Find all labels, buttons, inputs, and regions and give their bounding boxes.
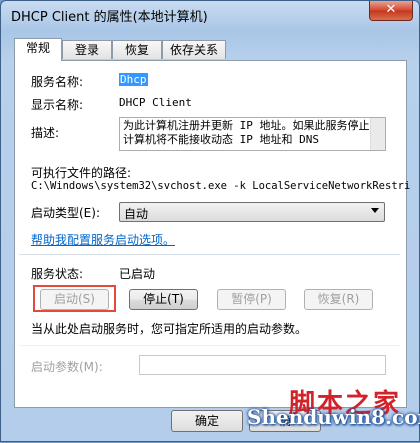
- watermark-en: Shenduwin8.com: [247, 405, 420, 429]
- service-name-value[interactable]: Dhcp: [119, 73, 148, 86]
- exe-path-label: 可执行文件的路径:: [31, 166, 132, 180]
- divider-2: [19, 345, 400, 346]
- startup-type-label: 启动类型(E):: [31, 206, 100, 220]
- description-box[interactable]: 为此计算机注册并更新 IP 地址。如果此服务停止，计算机将不能接收动态 IP 地…: [119, 117, 386, 151]
- exe-path-value: C:\Windows\system32\svchost.exe -k Local…: [31, 180, 411, 192]
- tab-dependencies[interactable]: 依存关系: [162, 40, 226, 59]
- startup-type-select[interactable]: 自动: [119, 202, 385, 222]
- chevron-down-icon: [371, 208, 379, 213]
- close-icon: ✕: [385, 2, 397, 17]
- tab-general[interactable]: 常规: [14, 38, 62, 61]
- watermark-logo: 脚本之家 Shenduwin8.com: [245, 383, 420, 443]
- display-name-value: DHCP Client: [119, 96, 192, 109]
- divider: [19, 254, 400, 255]
- resume-button[interactable]: 恢复(R): [304, 289, 373, 310]
- service-name-label: 服务名称:: [31, 75, 84, 89]
- tab-logon[interactable]: 登录: [62, 40, 112, 59]
- help-configure-link[interactable]: 帮助我配置服务启动选项。: [31, 231, 175, 248]
- pause-button[interactable]: 暂停(P): [217, 289, 286, 310]
- title-bar[interactable]: DHCP Client 的属性(本地计算机) ✕: [1, 1, 419, 27]
- description-label: 描述:: [31, 126, 60, 140]
- tab-recovery[interactable]: 恢复: [112, 40, 162, 59]
- window-title: DHCP Client 的属性(本地计算机): [11, 10, 208, 25]
- start-params-label: 启动参数(M):: [31, 360, 103, 374]
- description-text: 为此计算机注册并更新 IP 地址。如果此服务停止，计算机将不能接收动态 IP 地…: [123, 119, 381, 146]
- display-name-label: 显示名称:: [31, 98, 84, 112]
- ok-button[interactable]: 确定: [171, 410, 243, 432]
- startup-type-value: 自动: [124, 207, 149, 221]
- service-status-value: 已启动: [119, 267, 156, 281]
- general-panel: 服务名称: Dhcp 显示名称: DHCP Client 描述: 为此计算机注册…: [14, 60, 411, 408]
- start-params-hint: 当从此处启动服务时，您可指定所适用的启动参数。: [31, 322, 308, 336]
- start-params-input[interactable]: [139, 355, 386, 375]
- service-status-label: 服务状态:: [31, 267, 84, 281]
- stop-button[interactable]: 停止(T): [129, 289, 198, 310]
- properties-dialog: DHCP Client 的属性(本地计算机) ✕ 常规 登录 恢复 依存关系 服…: [0, 0, 420, 442]
- start-button[interactable]: 启动(S): [40, 289, 109, 310]
- description-scrollbar[interactable]: [370, 118, 385, 150]
- close-button[interactable]: ✕: [369, 1, 413, 21]
- service-name-value-wrap: Dhcp: [119, 73, 148, 86]
